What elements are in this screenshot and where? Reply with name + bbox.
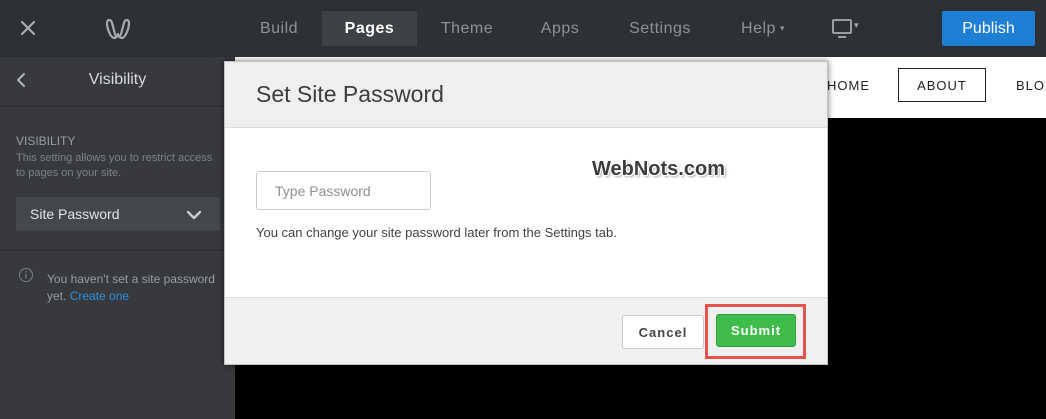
dialog-title: Set Site Password — [256, 81, 444, 107]
nav-theme-label: Theme — [440, 19, 494, 37]
nav-build-label: Build — [259, 19, 299, 37]
nav-settings[interactable]: Settings — [614, 11, 706, 46]
cancel-label: Cancel — [638, 324, 688, 340]
chevron-down-icon — [186, 208, 202, 220]
nav-settings-label: Settings — [629, 19, 691, 37]
chevron-down-icon: ▾ — [779, 23, 785, 33]
close-icon[interactable] — [14, 14, 42, 42]
nav-help[interactable]: Help ▾ — [728, 11, 798, 46]
submit-label: Submit — [730, 323, 782, 338]
dialog-header: Set Site Password — [225, 62, 827, 128]
publish-button[interactable]: Publish — [942, 11, 1035, 46]
visibility-select-value: Site Password — [30, 206, 120, 222]
submit-highlight-box: Submit — [705, 304, 806, 359]
weebly-logo-icon[interactable] — [104, 15, 132, 43]
visibility-heading: VISIBILITY — [16, 134, 76, 148]
create-password-link[interactable]: Create one — [70, 289, 129, 303]
info-icon — [18, 267, 34, 283]
nav-theme[interactable]: Theme — [428, 11, 506, 46]
nav-pages[interactable]: Pages — [322, 11, 417, 46]
preview-nav-home[interactable]: HOME — [827, 78, 870, 93]
dialog-help-text: You can change your site password later … — [256, 225, 617, 240]
password-input[interactable] — [256, 171, 431, 210]
preview-nav-blog[interactable]: BLO — [1016, 78, 1045, 93]
sidebar-divider — [0, 250, 235, 251]
nav-help-label: Help — [741, 19, 776, 37]
nav-apps[interactable]: Apps — [526, 11, 594, 46]
top-toolbar: Build Pages Theme Apps Settings Help ▾ ▾ … — [0, 0, 1046, 57]
sidebar-header: Visibility — [0, 57, 235, 107]
device-preview-toggle[interactable]: ▾ — [831, 18, 867, 42]
left-sidebar: Visibility VISIBILITY This setting allow… — [0, 57, 235, 419]
chevron-down-icon: ▾ — [854, 20, 859, 30]
nav-pages-label: Pages — [344, 19, 395, 37]
nav-build[interactable]: Build — [244, 11, 314, 46]
dialog-footer: Cancel Submit — [225, 297, 827, 364]
password-notice: You haven't set a site password yet. Cre… — [47, 271, 222, 305]
cancel-button[interactable]: Cancel — [622, 315, 704, 349]
sidebar-title: Visibility — [88, 71, 147, 88]
set-password-dialog: Set Site Password WebNots.com You can ch… — [224, 61, 828, 365]
submit-button[interactable]: Submit — [716, 314, 796, 347]
monitor-icon — [832, 19, 852, 38]
preview-nav-about[interactable]: ABOUT — [898, 68, 986, 102]
nav-apps-label: Apps — [540, 19, 580, 37]
visibility-select[interactable]: Site Password — [16, 197, 220, 231]
visibility-description: This setting allows you to restrict acce… — [16, 152, 213, 179]
publish-label: Publish — [962, 19, 1015, 37]
preview-nav-about-label: ABOUT — [917, 77, 967, 93]
watermark: WebNots.com — [592, 158, 725, 180]
